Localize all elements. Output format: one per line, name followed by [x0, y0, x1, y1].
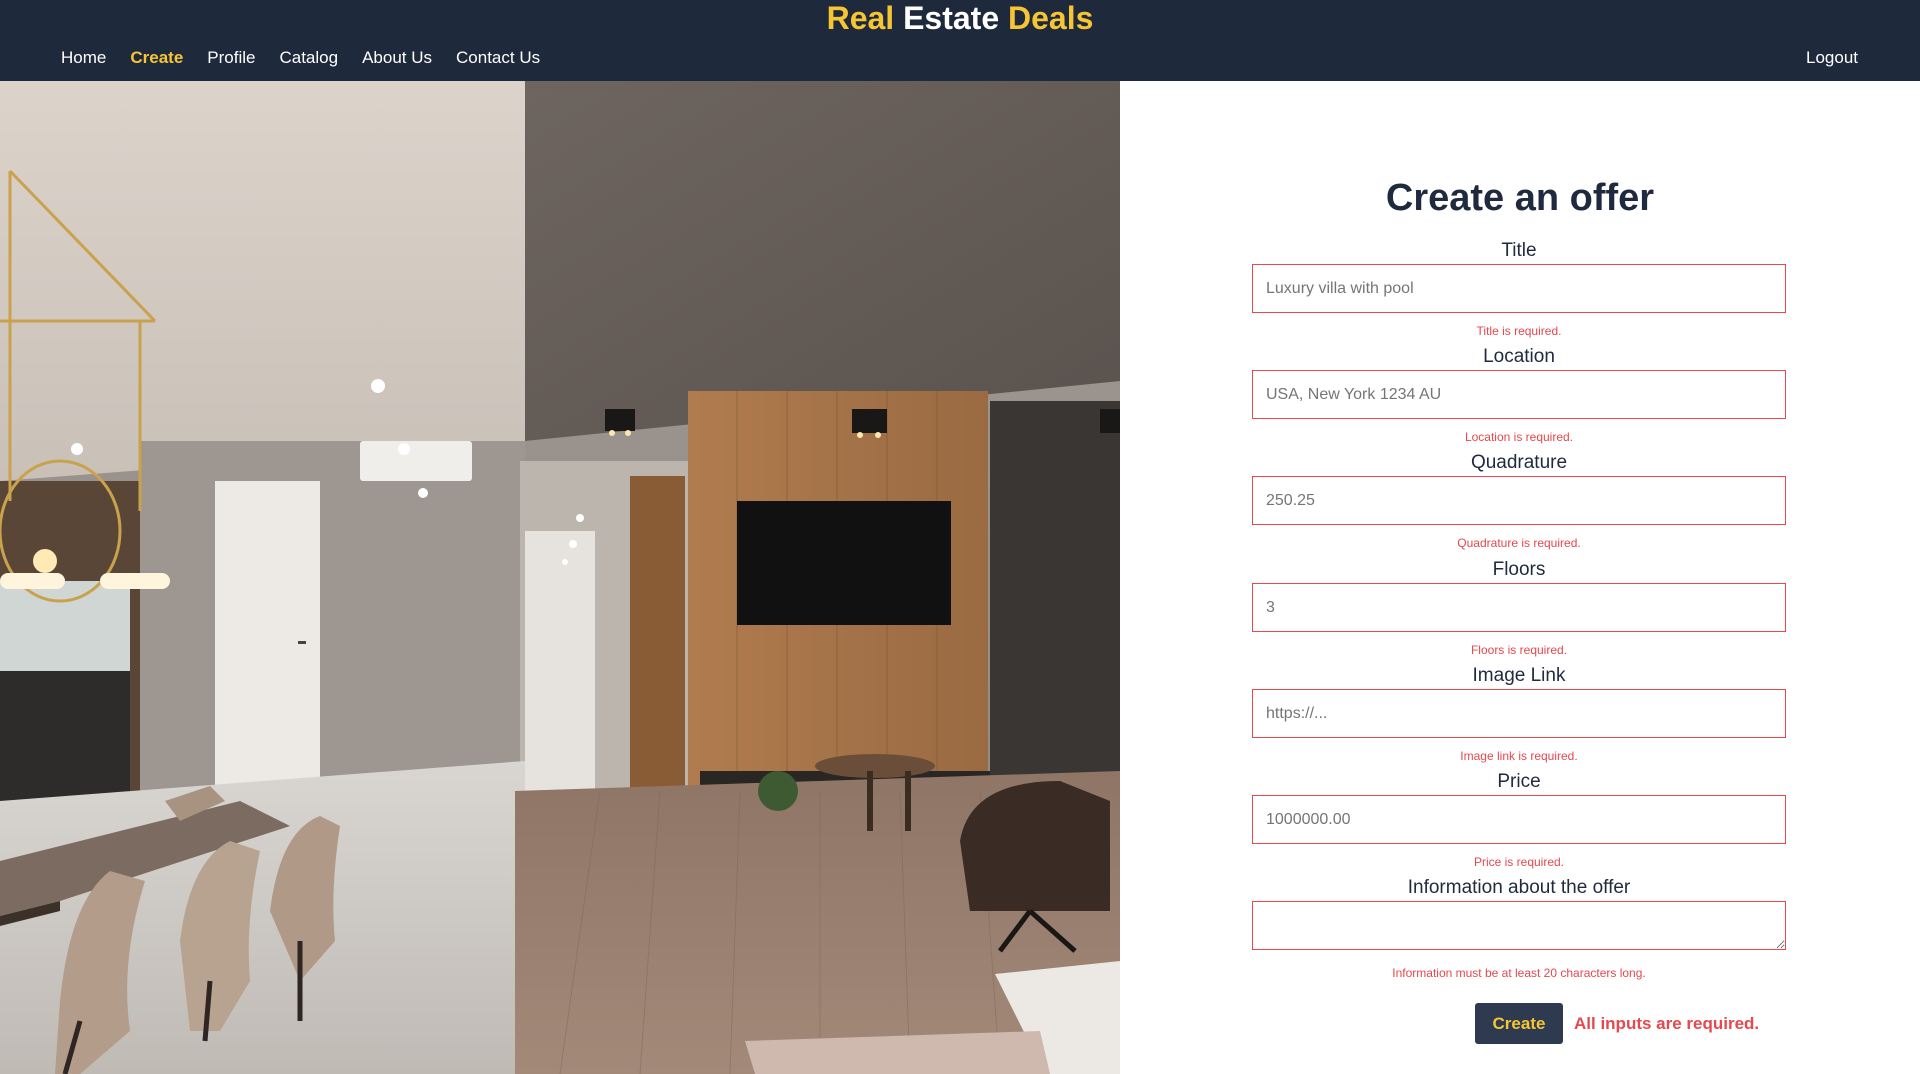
title-error: Title is required.: [1476, 324, 1562, 338]
title-label: Title: [1501, 240, 1537, 261]
main-nav: Home Create Profile Catalog About Us Con…: [61, 48, 540, 68]
floors-error: Floors is required.: [1470, 643, 1568, 657]
location-error: Location is required.: [1464, 430, 1574, 444]
location-field-group: Location Location is required.: [1252, 345, 1786, 444]
information-field-group: Information about the offer Information …: [1252, 876, 1786, 980]
page-title: Create an offer: [1385, 177, 1655, 219]
floors-input[interactable]: [1252, 583, 1786, 632]
information-label: Information about the offer: [1407, 877, 1631, 898]
brand-word-2: Estate: [903, 0, 1000, 36]
price-input[interactable]: [1252, 795, 1786, 844]
image-link-input[interactable]: [1252, 689, 1786, 738]
image-link-label: Image Link: [1472, 665, 1566, 686]
image-link-field-group: Image Link Image link is required.: [1252, 664, 1786, 763]
brand-word-3: Deals: [1008, 0, 1094, 36]
quadrature-label: Quadrature: [1470, 452, 1568, 473]
nav-link-profile[interactable]: Profile: [207, 48, 255, 68]
title-input[interactable]: [1252, 264, 1786, 313]
price-error: Price is required.: [1473, 855, 1565, 869]
information-error: Information must be at least 20 characte…: [1392, 966, 1646, 980]
quadrature-field-group: Quadrature Quadrature is required.: [1252, 451, 1786, 550]
form-error-message: All inputs are required.: [1574, 1013, 1760, 1033]
title-field-group: Title Title is required.: [1252, 239, 1786, 338]
nav-link-create[interactable]: Create: [130, 48, 183, 68]
create-offer-panel: Create an offer Title Title is required.…: [1120, 81, 1920, 1074]
price-label: Price: [1497, 771, 1541, 792]
nav-link-home[interactable]: Home: [61, 48, 106, 68]
floors-label: Floors: [1492, 559, 1546, 580]
quadrature-error: Quadrature is required.: [1457, 536, 1581, 550]
submit-row: Create All inputs are required.: [1475, 1003, 1759, 1044]
nav-link-about-us[interactable]: About Us: [362, 48, 432, 68]
brand-word-1: Real: [826, 0, 895, 36]
logout-link[interactable]: Logout: [1806, 48, 1858, 68]
interior-photo-drawing: [0, 81, 1120, 1074]
price-field-group: Price Price is required.: [1252, 770, 1786, 869]
interior-photo: [0, 81, 1120, 1074]
nav-link-contact-us[interactable]: Contact Us: [456, 48, 540, 68]
site-logo[interactable]: Real Estate Deals: [0, 0, 1920, 36]
create-button[interactable]: Create: [1475, 1003, 1563, 1044]
information-textarea[interactable]: [1252, 901, 1786, 950]
floors-field-group: Floors Floors is required.: [1252, 558, 1786, 657]
location-input[interactable]: [1252, 370, 1786, 419]
image-link-error: Image link is required.: [1460, 749, 1578, 763]
top-navbar: Real Estate Deals Home Create Profile Ca…: [0, 0, 1920, 81]
nav-link-catalog[interactable]: Catalog: [279, 48, 338, 68]
location-label: Location: [1483, 346, 1555, 367]
quadrature-input[interactable]: [1252, 476, 1786, 525]
